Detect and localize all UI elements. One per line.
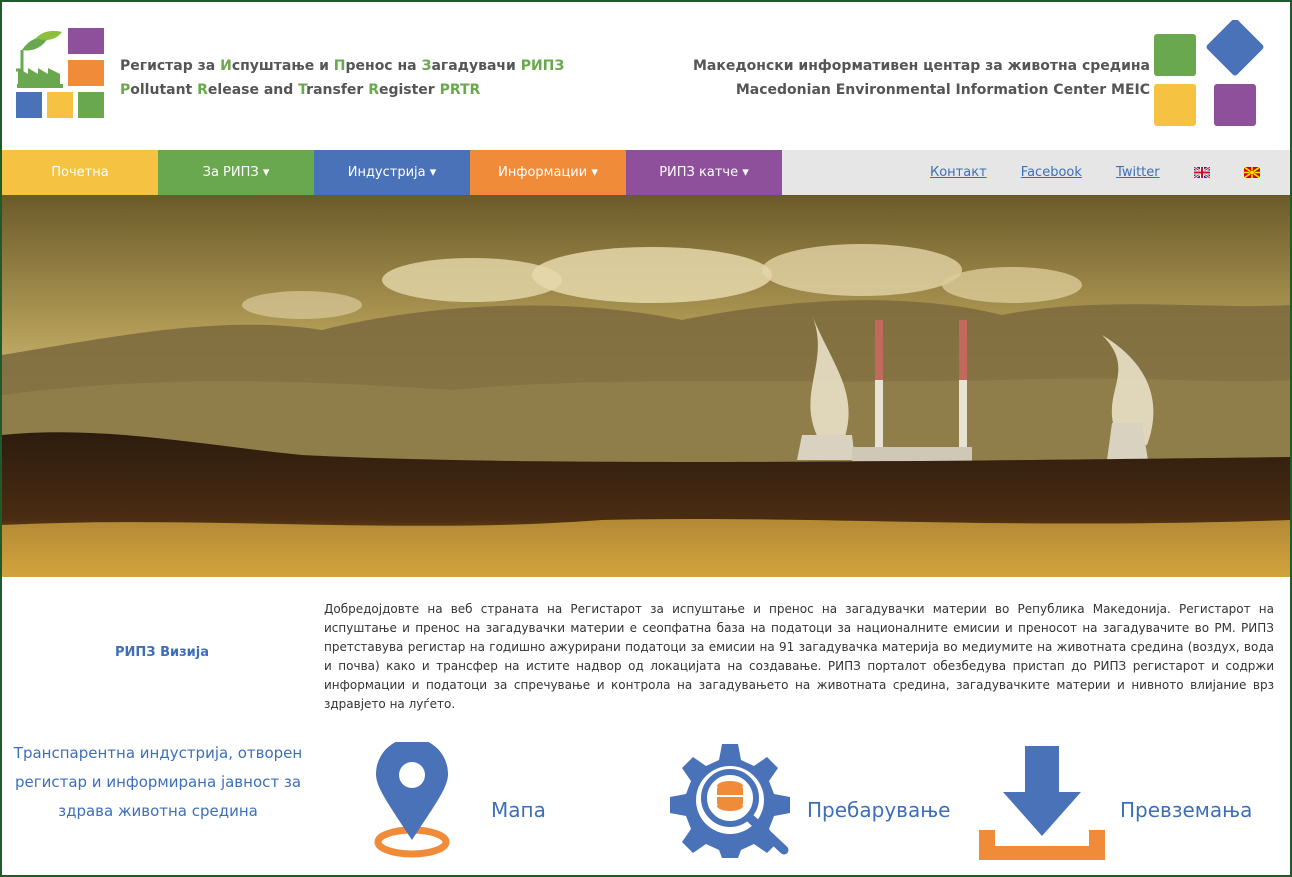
meic-title-mk: Македонски информативен центар за животн… (692, 58, 1150, 74)
link-facebook[interactable]: Facebook (1021, 165, 1082, 180)
header: Регистар за Испуштање и Пренос на Загаду… (2, 2, 1290, 150)
nav-prtr-corner[interactable]: РИПЗ катче ▾ (626, 150, 782, 195)
title-fragment: ренос на (345, 58, 422, 74)
search-database-icon[interactable] (662, 740, 802, 858)
nav-information[interactable]: Информации ▾ (470, 150, 626, 195)
downloads-link[interactable]: Превземања (1120, 798, 1252, 822)
title-fragment: З (421, 58, 432, 74)
page-frame: Регистар за Испуштање и Пренос на Загаду… (0, 0, 1292, 877)
map-link[interactable]: Мапа (491, 798, 546, 822)
title-fragment: egister (378, 82, 440, 98)
meic-title-en: Macedonian Environmental Information Cen… (735, 82, 1150, 98)
title-fragment: РИПЗ (520, 58, 565, 74)
title-fragment: ransfer (306, 82, 369, 98)
title-fragment: P (120, 82, 131, 98)
title-fragment: П (333, 58, 346, 74)
prtr-logo[interactable] (16, 28, 106, 120)
download-icon[interactable] (977, 744, 1107, 862)
title-fragment: спуштање и (231, 58, 334, 74)
title-fragment: T (298, 82, 307, 98)
link-twitter[interactable]: Twitter (1116, 165, 1160, 180)
english-flag-icon[interactable] (1193, 167, 1210, 178)
prtr-title-en: Pollutant Release and Transfer Register … (120, 78, 564, 102)
nav-industry[interactable]: Индустрија ▾ (314, 150, 470, 195)
prtr-title-mk: Регистар за Испуштање и Пренос на Загаду… (120, 54, 564, 78)
title-fragment: elease and (207, 82, 299, 98)
nav-about-prtr[interactable]: За РИПЗ ▾ (158, 150, 314, 195)
vision-title: РИПЗ Визија (115, 645, 209, 660)
title-fragment: PRTR (439, 82, 481, 98)
title-fragment: Регистар за (120, 58, 221, 74)
meic-logo[interactable] (1136, 20, 1276, 132)
main-navbar: Почетна За РИПЗ ▾ Индустрија ▾ Информаци… (2, 150, 1290, 195)
prtr-title: Регистар за Испуштање и Пренос на Загаду… (120, 54, 564, 102)
nav-links: Контакт Facebook Twitter (900, 150, 1260, 195)
hero-banner-power-plant (2, 195, 1290, 577)
title-fragment: R (368, 82, 379, 98)
search-link[interactable]: Пребарување (807, 798, 950, 822)
intro-text: Добредојдовте на веб страната на Региста… (324, 602, 1274, 711)
link-contact[interactable]: Контакт (930, 165, 987, 180)
nav-home[interactable]: Почетна (2, 150, 158, 195)
title-fragment: R (197, 82, 208, 98)
title-fragment: агадувачи (431, 58, 521, 74)
title-fragment: ollutant (130, 82, 198, 98)
vision-text: Транспарентна индустрија, отворен регист… (13, 744, 303, 820)
title-fragment: И (220, 58, 232, 74)
meic-title: Македонски информативен центар за животн… (693, 54, 1150, 102)
macedonian-flag-icon[interactable] (1243, 167, 1260, 178)
map-pin-icon[interactable] (372, 742, 452, 862)
